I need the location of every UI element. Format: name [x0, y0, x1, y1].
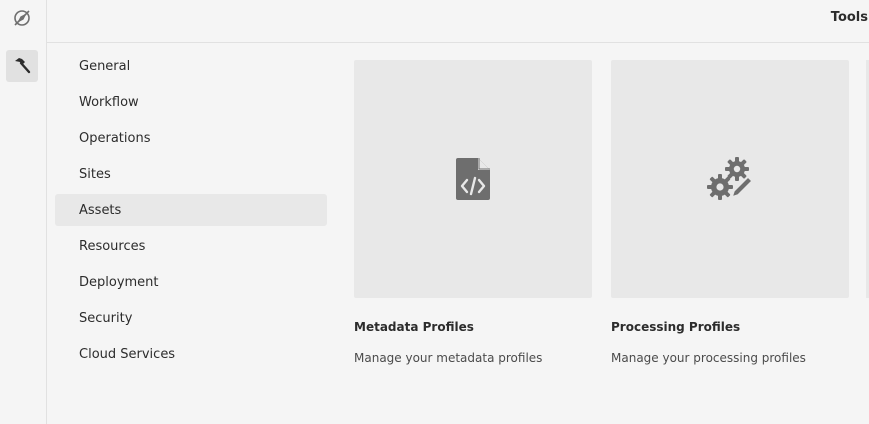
navigation-button[interactable] [6, 2, 38, 34]
card-thumbnail[interactable] [611, 60, 849, 298]
card-description: Manage your processing profiles [611, 351, 806, 365]
subnav-item-deployment[interactable]: Deployment [55, 266, 327, 298]
card-title: Processing Profiles [611, 320, 741, 334]
subnav-item-cloud-services[interactable]: Cloud Services [55, 338, 327, 370]
global-nav-rail [0, 0, 47, 424]
subnav-item-security[interactable]: Security [55, 302, 327, 334]
tools-button[interactable] [6, 50, 38, 82]
subnav-item-resources[interactable]: Resources [55, 230, 327, 262]
top-bar: Tools [47, 0, 869, 43]
processing-profiles-card[interactable]: Processing Profiles Manage your processi… [611, 60, 849, 365]
subnav-item-workflow[interactable]: Workflow [55, 86, 327, 118]
subnav-item-operations[interactable]: Operations [55, 122, 327, 154]
card-thumbnail[interactable] [354, 60, 592, 298]
page-title: Tools [830, 10, 868, 25]
compass-off-icon [14, 10, 30, 26]
code-file-icon [456, 158, 490, 200]
metadata-profiles-card[interactable]: Metadata Profiles Manage your metadata p… [354, 60, 592, 365]
subnav-item-general[interactable]: General [55, 50, 327, 82]
gears-pencil-icon [707, 157, 754, 200]
subnav-item-assets[interactable]: Assets [55, 194, 327, 226]
card-title: Metadata Profiles [354, 320, 474, 334]
hammer-icon [15, 58, 31, 74]
subnav-item-sites[interactable]: Sites [55, 158, 327, 190]
tools-subnav: General Workflow Operations Sites Assets… [55, 50, 327, 374]
card-description: Manage your metadata profiles [354, 351, 543, 365]
